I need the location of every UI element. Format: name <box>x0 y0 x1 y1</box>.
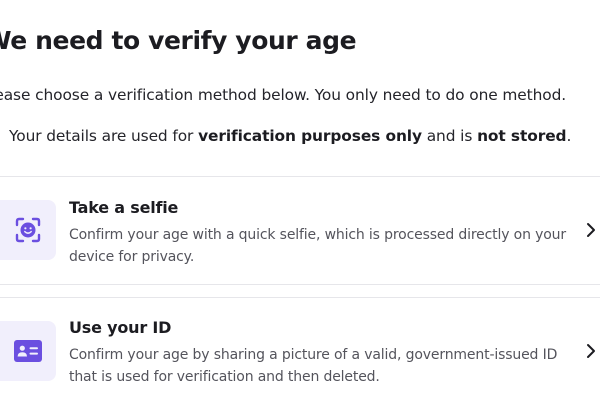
face-scan-icon <box>15 217 41 243</box>
page-title: We need to verify your age <box>0 26 357 55</box>
option-description: Confirm your age with a quick selfie, wh… <box>69 227 566 265</box>
privacy-middle: and is <box>421 127 478 145</box>
chevron-right-icon <box>587 344 595 358</box>
instructions-text: Please choose a verification method belo… <box>0 86 567 104</box>
option-title: Take a selfie <box>69 198 179 217</box>
divider-middle <box>0 284 600 285</box>
selfie-icon-tile <box>0 200 56 260</box>
option-use-id[interactable]: Use your ID Confirm your age by sharing … <box>0 298 600 400</box>
option-description: Confirm your age by sharing a picture of… <box>69 347 558 385</box>
privacy-prefix: Your details are used for <box>9 127 199 145</box>
chevron-right-icon <box>587 223 595 237</box>
option-take-selfie[interactable]: Take a selfie Confirm your age with a qu… <box>0 177 600 287</box>
privacy-note: Your details are used for verification p… <box>9 127 571 145</box>
id-card-icon <box>14 340 42 362</box>
privacy-emphasis-not-stored: not stored <box>477 127 567 145</box>
option-title: Use your ID <box>69 318 172 337</box>
privacy-suffix: . <box>566 127 572 145</box>
privacy-emphasis-verification: verification purposes only <box>198 127 422 145</box>
id-icon-tile <box>0 321 56 381</box>
